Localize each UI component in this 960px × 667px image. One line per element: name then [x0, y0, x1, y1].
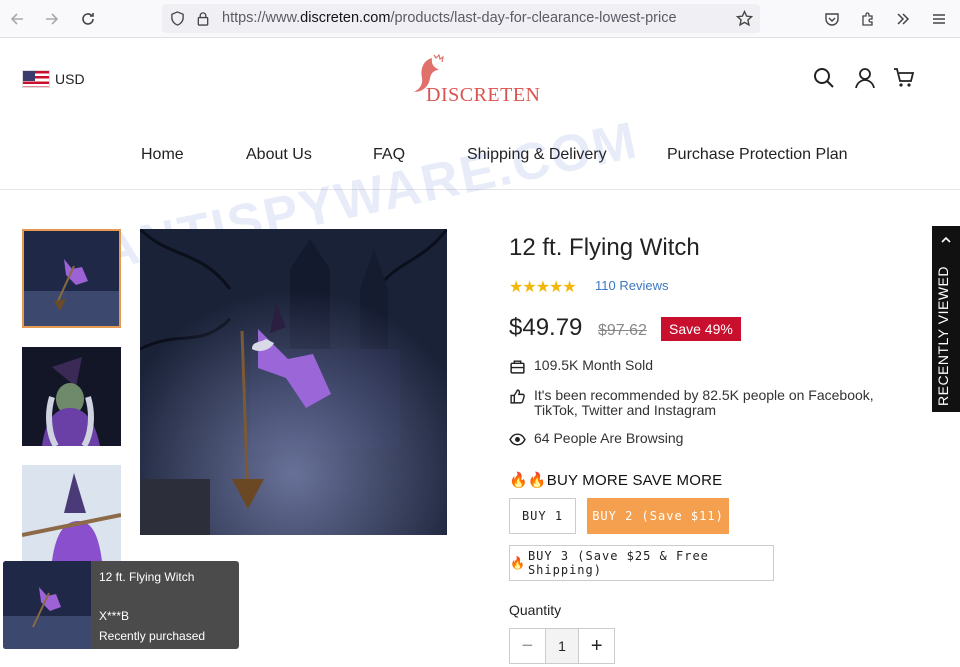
buy-3-option[interactable]: 🔥 BUY 3 (Save $25 & Free Shipping) — [509, 545, 774, 581]
witch-outdoor-image — [22, 465, 121, 561]
recently-viewed-tab[interactable]: RECENTLY VIEWED — [932, 226, 960, 412]
save-badge: Save 49% — [661, 317, 741, 341]
overflow-button[interactable] — [892, 8, 914, 30]
gallery-thumbnail[interactable] — [22, 465, 121, 561]
gallery-thumbnail[interactable] — [22, 229, 121, 328]
original-price: $97.62 — [598, 322, 647, 339]
fire-icon: 🔥 — [510, 556, 525, 570]
quantity-input[interactable]: 1 — [544, 629, 580, 663]
quantity-increase-button[interactable]: + — [579, 629, 614, 663]
product-title: 12 ft. Flying Witch — [509, 234, 700, 261]
reviews-link[interactable]: 110 Reviews — [595, 278, 668, 293]
double-chevron-icon — [897, 13, 910, 25]
nav-item-home[interactable]: Home — [141, 146, 184, 164]
reload-icon — [82, 13, 94, 25]
account-button[interactable] — [853, 66, 877, 90]
promo-heading: 🔥🔥BUY MORE SAVE MORE — [509, 471, 722, 489]
product-main-image[interactable] — [140, 229, 447, 535]
recently-viewed-label: RECENTLY VIEWED — [935, 265, 951, 406]
nav-item-about-us[interactable]: About Us — [246, 146, 312, 164]
toast-status: Recently purchased — [99, 629, 206, 643]
url-prefix: https://www. — [222, 10, 301, 26]
feature-text: It's been recommended by 82.5K people on… — [534, 387, 874, 418]
url-path: /products/last-day-for-clearance-lowest-… — [390, 10, 677, 26]
eye-icon — [509, 433, 526, 446]
currency-selector[interactable]: USD — [22, 70, 85, 88]
toast-product-title: 12 ft. Flying Witch — [99, 570, 195, 584]
chevron-up-icon — [941, 236, 951, 243]
url-text: https://www.discreten.com/products/last-… — [222, 10, 732, 26]
search-icon — [814, 68, 834, 88]
witch-closeup-image — [22, 347, 121, 446]
toast-product-image — [3, 561, 91, 649]
feature-browsing: 64 People Are Browsing — [509, 431, 683, 448]
witch-thumbnail-image — [3, 561, 91, 649]
currency-label: USD — [55, 71, 85, 87]
url-domain: discreten.com — [300, 10, 391, 26]
flying-witch-image — [140, 229, 447, 535]
forward-button[interactable] — [41, 8, 63, 30]
pocket-button[interactable] — [821, 8, 843, 30]
reload-button[interactable] — [77, 8, 99, 30]
address-bar[interactable]: https://www.discreten.com/products/last-… — [162, 4, 760, 33]
sale-price: $49.79 — [509, 314, 583, 341]
bag-icon — [510, 360, 525, 374]
cart-button[interactable] — [892, 66, 916, 90]
puzzle-icon — [862, 12, 873, 26]
witch-thumbnail-image — [24, 231, 119, 326]
shield-icon[interactable] — [170, 11, 185, 26]
thumbs-up-icon — [510, 389, 525, 404]
forward-arrow-icon — [46, 13, 59, 25]
app-menu-button[interactable] — [928, 8, 950, 30]
promo-heading-text: BUY MORE SAVE MORE — [546, 472, 723, 489]
feature-month-sold: 109.5K Month Sold — [509, 358, 653, 375]
buy-2-option[interactable]: BUY 2 (Save $11) — [587, 498, 729, 534]
quantity-label: Quantity — [509, 602, 562, 618]
search-button[interactable] — [812, 66, 836, 90]
feature-text: 109.5K Month Sold — [534, 357, 654, 373]
quantity-stepper: − 1 + — [509, 628, 615, 664]
back-button[interactable] — [6, 8, 28, 30]
gallery-thumbnail[interactable] — [22, 347, 121, 446]
quantity-decrease-button[interactable]: − — [510, 629, 545, 663]
star-rating: ★★★★★ — [509, 279, 577, 296]
nav-item-faq[interactable]: FAQ — [373, 146, 405, 164]
logo-text: DISCRETEN — [426, 84, 541, 106]
back-arrow-icon — [10, 13, 23, 25]
feature-text: 64 People Are Browsing — [534, 430, 684, 446]
site-logo[interactable]: DISCRETEN — [408, 52, 548, 108]
bookmark-star-icon[interactable] — [736, 10, 753, 27]
lock-icon[interactable] — [196, 11, 210, 26]
header-divider — [0, 189, 960, 190]
toast-buyer: X***B — [99, 609, 130, 623]
nav-item-purchase-protection[interactable]: Purchase Protection Plan — [667, 146, 848, 164]
nav-item-shipping-delivery[interactable]: Shipping & Delivery — [467, 146, 607, 164]
browser-toolbar: https://www.discreten.com/products/last-… — [0, 0, 960, 38]
fire-icon: 🔥🔥 — [509, 472, 547, 489]
hamburger-icon — [933, 14, 945, 24]
pocket-icon — [825, 13, 839, 26]
user-icon — [855, 68, 875, 89]
buy-3-label: BUY 3 (Save $25 & Free Shipping) — [527, 549, 709, 577]
feature-recommended: It's been recommended by 82.5K people on… — [509, 388, 919, 418]
main-nav: Home About Us FAQ Shipping & Delivery Pu… — [0, 146, 960, 168]
cart-icon — [894, 68, 915, 87]
extensions-button[interactable] — [857, 8, 879, 30]
recent-purchase-popup[interactable]: 12 ft. Flying Witch X***B Recently purch… — [3, 561, 239, 649]
us-flag-icon — [22, 70, 50, 88]
buy-1-option[interactable]: BUY 1 — [509, 498, 576, 534]
